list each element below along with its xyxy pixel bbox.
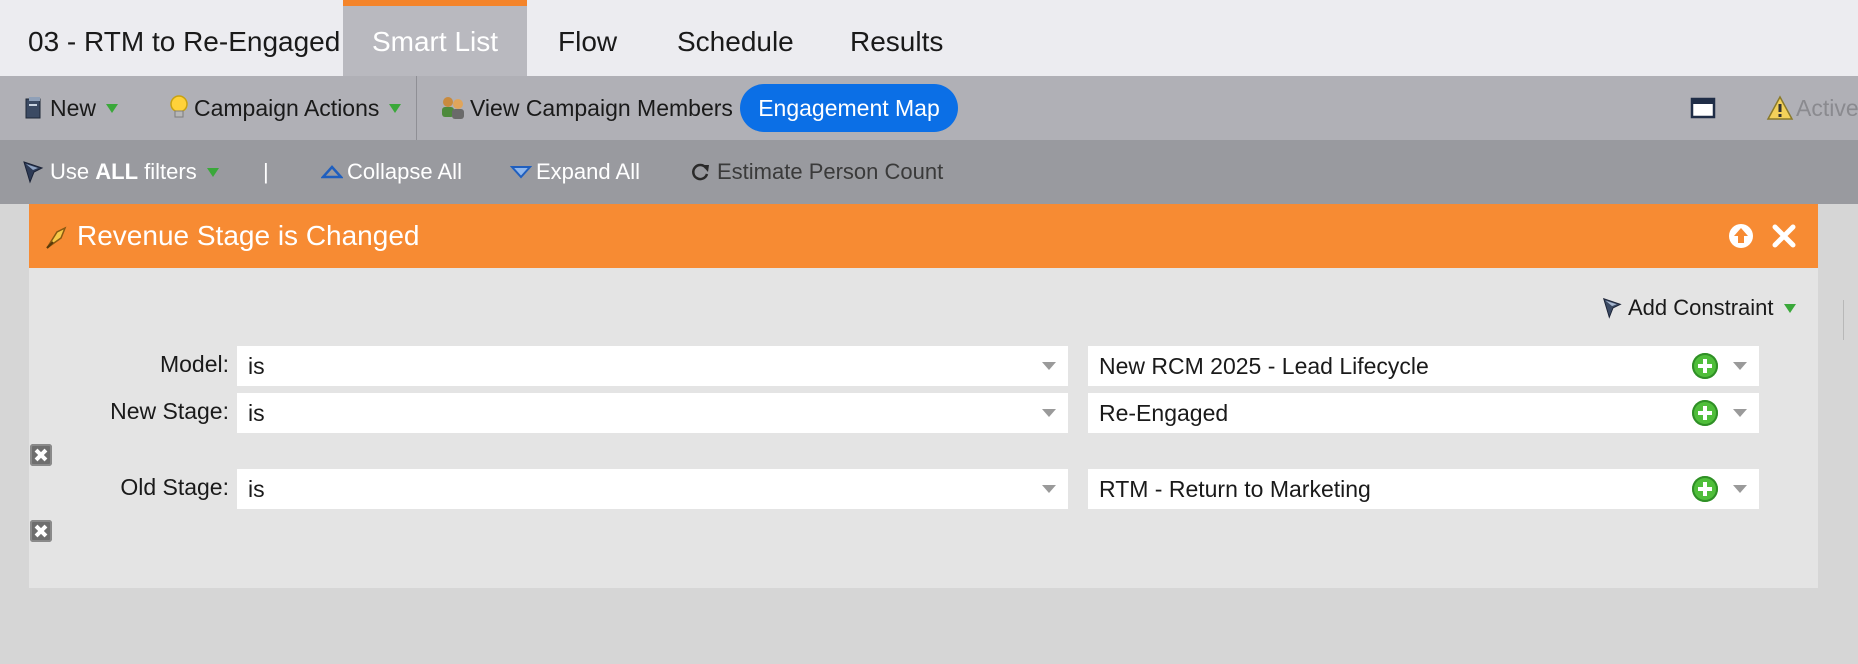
model-operator-select[interactable]: is (237, 346, 1068, 386)
lightbulb-icon (170, 95, 188, 118)
status-badge: Active (1766, 76, 1858, 140)
model-value: New RCM 2025 - Lead Lifecycle (1099, 352, 1429, 379)
dropdown-arrow-icon[interactable] (1733, 409, 1747, 417)
new-stage-operator-select[interactable]: is (237, 393, 1068, 433)
expand-icon (510, 166, 532, 179)
tab-schedule[interactable]: Schedule (677, 0, 794, 76)
view-campaign-members-label: View Campaign Members (470, 94, 733, 121)
new-stage-value-select[interactable]: Re-Engaged (1088, 393, 1759, 433)
new-stage-value: Re-Engaged (1099, 399, 1229, 426)
new-stage-label: New Stage: (110, 398, 229, 424)
refresh-icon (692, 163, 709, 181)
tab-smart-list[interactable]: Smart List (343, 0, 527, 76)
tab-flow[interactable]: Flow (558, 0, 617, 76)
filter-funnel-icon (1603, 297, 1622, 319)
collapse-all-button[interactable]: Collapse All (321, 140, 462, 204)
new-document-icon (25, 97, 41, 119)
filter-funnel-icon (23, 161, 44, 184)
add-value-icon[interactable] (1692, 476, 1718, 502)
old-stage-label: Old Stage: (120, 474, 229, 500)
filter-header[interactable]: Revenue Stage is Changed (29, 204, 1818, 268)
chevron-down-icon (1783, 303, 1796, 313)
chevron-down-icon (106, 103, 119, 113)
add-value-icon[interactable] (1692, 400, 1718, 426)
old-stage-value: RTM - Return to Marketing (1099, 475, 1371, 502)
old-stage-operator-select[interactable]: is (237, 469, 1068, 509)
members-icon (442, 97, 464, 119)
filter-trigger-icon (46, 226, 67, 249)
dropdown-arrow-icon (1042, 409, 1056, 417)
engagement-map-button[interactable]: Engagement Map (740, 84, 958, 132)
new-menu-label: New (50, 94, 97, 121)
tab-bar: 03 - RTM to Re-Engaged Smart List Flow S… (0, 0, 1858, 76)
model-label: Model: (159, 351, 229, 377)
use-filters-prefix: Use (50, 159, 96, 184)
new-menu-button[interactable]: New (24, 76, 119, 140)
remove-constraint-icon[interactable] (30, 520, 52, 542)
new-stage-operator-value: is (248, 399, 265, 426)
collapse-all-label: Collapse All (347, 159, 462, 184)
dropdown-arrow-icon[interactable] (1733, 362, 1747, 370)
move-up-icon[interactable] (1727, 222, 1755, 250)
old-stage-value-select[interactable]: RTM - Return to Marketing (1088, 469, 1759, 509)
toolbar-separator: | (263, 159, 269, 184)
old-stage-operator-value: is (248, 475, 265, 502)
campaign-actions-label: Campaign Actions (194, 94, 380, 121)
add-value-icon[interactable] (1692, 353, 1718, 379)
campaign-actions-button[interactable]: Campaign Actions (168, 76, 402, 140)
filter-toolbar: Use ALL filters | Collapse All Expand Al… (0, 140, 1858, 204)
view-campaign-members-button[interactable]: View Campaign Members (438, 76, 733, 140)
filter-title: Revenue Stage is Changed (77, 220, 420, 251)
model-value-select[interactable]: New RCM 2025 - Lead Lifecycle (1088, 346, 1759, 386)
status-label: Active (1796, 94, 1858, 121)
warning-icon (1766, 95, 1794, 120)
use-filters-suffix: filters (138, 159, 197, 184)
toolbar-divider (416, 76, 417, 140)
scrollbar[interactable] (1843, 300, 1858, 340)
estimate-person-count-button[interactable]: Estimate Person Count (689, 140, 943, 204)
dropdown-arrow-icon[interactable] (1733, 485, 1747, 493)
window-toggle-button[interactable] (1690, 76, 1716, 140)
remove-constraint-icon[interactable] (30, 444, 52, 466)
dropdown-arrow-icon (1042, 362, 1056, 370)
expand-all-label: Expand All (536, 159, 640, 184)
use-filters-mode: ALL (95, 159, 139, 184)
close-icon[interactable] (1770, 222, 1798, 250)
add-constraint-label: Add Constraint (1628, 295, 1774, 320)
estimate-person-count-label: Estimate Person Count (717, 159, 944, 184)
dropdown-arrow-icon (1042, 485, 1056, 493)
program-title-tab[interactable]: 03 - RTM to Re-Engaged (28, 0, 340, 76)
expand-all-button[interactable]: Expand All (510, 140, 640, 204)
tab-results[interactable]: Results (850, 0, 943, 76)
model-operator-value: is (248, 352, 265, 379)
collapse-icon (321, 165, 343, 179)
chevron-down-icon (206, 167, 219, 177)
add-constraint-button[interactable]: Add Constraint (1600, 292, 1796, 324)
use-filters-button[interactable]: Use ALL filters (20, 140, 219, 204)
chevron-down-icon (389, 103, 402, 113)
window-icon (1690, 97, 1716, 119)
